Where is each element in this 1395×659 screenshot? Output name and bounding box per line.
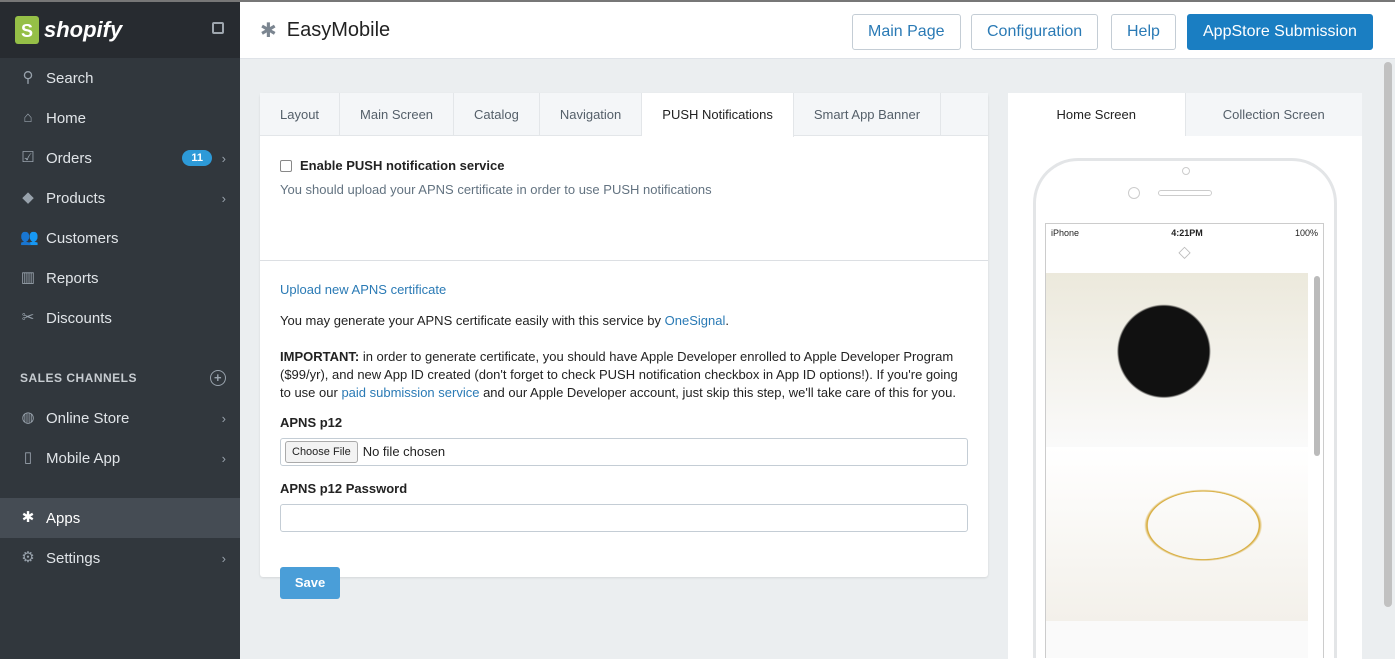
orders-badge: 11 <box>182 150 212 166</box>
tab-catalog[interactable]: Catalog <box>454 93 540 135</box>
external-link-icon[interactable] <box>212 22 224 34</box>
chevron-right-icon: › <box>221 190 226 206</box>
save-button[interactable]: Save <box>280 567 340 599</box>
sidebar-item-apps[interactable]: ✱ Apps <box>0 498 240 538</box>
label: Discounts <box>46 309 112 327</box>
gear-icon: ⚙ <box>21 549 35 566</box>
sidebar-item-products[interactable]: ◆ Products › <box>0 178 240 218</box>
carrier: iPhone <box>1051 228 1080 238</box>
phone-camera <box>1182 167 1190 175</box>
preview-scrollbar[interactable] <box>1314 276 1320 456</box>
label: Customers <box>46 229 119 247</box>
file-status: No file chosen <box>362 444 446 459</box>
p12-label: APNS p12 <box>280 415 343 430</box>
tab-push-notifications[interactable]: PUSH Notifications <box>642 93 794 137</box>
configuration-button[interactable]: Configuration <box>971 14 1099 50</box>
top-bar: ✱ EasyMobile Main Page Configuration Hel… <box>240 0 1395 59</box>
checkbox[interactable] <box>280 159 292 172</box>
chevron-right-icon: › <box>221 450 226 466</box>
home-icon: ⌂ <box>23 109 33 126</box>
discounts-icon: ✂ <box>21 309 35 326</box>
tab-layout[interactable]: Layout <box>260 93 341 135</box>
preview-panel: Home Screen Collection Screen iPhone 4:21… <box>1008 93 1362 659</box>
enable-hint: You should upload your APNS certificate … <box>280 182 712 197</box>
label: Enable PUSH notification service <box>300 158 505 173</box>
phone-speaker <box>1158 190 1212 196</box>
appstore-submission-button[interactable]: AppStore Submission <box>1187 14 1373 50</box>
label: SALES CHANNELS <box>20 371 138 385</box>
important-label: IMPORTANT: <box>280 349 360 364</box>
password-label: APNS p12 Password <box>280 481 408 496</box>
paid-submission-link[interactable]: paid submission service <box>341 385 479 400</box>
tab-smart-app-banner[interactable]: Smart App Banner <box>794 93 942 135</box>
puzzle-icon: ✱ <box>260 19 277 42</box>
tab-collection-screen[interactable]: Collection Screen <box>1185 93 1362 136</box>
sales-channels-header: SALES CHANNELS + <box>0 358 240 398</box>
p12-file-input[interactable]: Choose File No file chosen <box>280 438 968 466</box>
sidebar-item-search[interactable]: ⚲ Search <box>0 58 240 98</box>
label: Settings <box>46 549 101 567</box>
time: 4:21PM <box>1171 228 1203 238</box>
sidebar-item-orders[interactable]: ☑ Orders 11 › <box>0 138 240 178</box>
phone-sensor <box>1128 187 1140 199</box>
page-scrollbar[interactable] <box>1384 62 1392 607</box>
logo-bar: S shopify <box>0 2 240 58</box>
product-image <box>1046 447 1308 621</box>
page-title: EasyMobile <box>286 18 391 41</box>
sidebar-item-online-store[interactable]: ◍ Online Store › <box>0 398 240 438</box>
sidebar: S shopify ⚲ Search ⌂ Home ☑ Orders 11 › ◆ Prod… <box>0 0 240 659</box>
password-input[interactable] <box>280 504 968 532</box>
chevron-right-icon: › <box>221 150 226 166</box>
status-bar: iPhone 4:21PM 100% <box>1046 224 1323 242</box>
puzzle-icon: ✱ <box>21 509 35 526</box>
label: Apps <box>46 509 81 527</box>
help-button[interactable]: Help <box>1111 14 1176 50</box>
label: Mobile App <box>46 449 121 467</box>
sidebar-item-customers[interactable]: 👥 Customers <box>0 218 240 258</box>
brand-name: shopify <box>44 17 123 42</box>
label: Products <box>46 189 106 207</box>
sidebar-item-mobile-app[interactable]: ▯ Mobile App › <box>0 438 240 478</box>
tag-icon: ◆ <box>22 189 34 206</box>
orders-icon: ☑ <box>21 149 35 166</box>
sidebar-item-discounts[interactable]: ✂ Discounts <box>0 298 240 338</box>
shopify-logo-icon: S <box>15 16 39 44</box>
label: Home <box>46 109 87 127</box>
text: You may generate your APNS certificate e… <box>280 313 665 328</box>
tab-home-screen[interactable]: Home Screen <box>1008 93 1186 136</box>
product-image <box>1046 621 1308 658</box>
tab-navigation[interactable]: Navigation <box>540 93 643 135</box>
label: Search <box>46 69 94 87</box>
sidebar-item-home[interactable]: ⌂ Home <box>0 98 240 138</box>
important-note: IMPORTANT: in order to generate certific… <box>280 348 968 402</box>
sidebar-item-reports[interactable]: ▥ Reports <box>0 258 240 298</box>
sidebar-item-settings[interactable]: ⚙ Settings › <box>0 538 240 578</box>
choose-file-button[interactable]: Choose File <box>285 441 358 463</box>
customers-icon: 👥 <box>20 229 39 246</box>
chevron-right-icon: › <box>221 410 226 426</box>
diamond-logo-icon: ◇ <box>1178 244 1191 261</box>
reports-icon: ▥ <box>20 269 36 286</box>
add-channel-icon[interactable]: + <box>210 370 226 386</box>
settings-tabs: Layout Main Screen Catalog Navigation PU… <box>260 93 988 137</box>
globe-icon: ◍ <box>21 409 35 426</box>
label: Orders <box>46 149 92 167</box>
main-page-button[interactable]: Main Page <box>852 14 961 50</box>
search-icon: ⚲ <box>22 69 34 86</box>
upload-certificate-link[interactable]: Upload new APNS certificate <box>280 282 446 297</box>
onesignal-link[interactable]: OneSignal <box>665 313 726 328</box>
text: and our Apple Developer account, just sk… <box>479 385 956 400</box>
phone-screen: iPhone 4:21PM 100% ◇ <box>1045 223 1324 658</box>
product-image <box>1046 273 1308 447</box>
label: Reports <box>46 269 99 287</box>
label: Online Store <box>46 409 130 427</box>
push-settings-panel: Layout Main Screen Catalog Navigation PU… <box>260 93 988 599</box>
chevron-right-icon: › <box>221 550 226 566</box>
battery: 100% <box>1294 228 1318 238</box>
tab-main-screen[interactable]: Main Screen <box>340 93 455 135</box>
mobile-icon: ▯ <box>23 449 33 466</box>
generate-text: You may generate your APNS certificate e… <box>280 313 729 328</box>
enable-push-checkbox[interactable]: Enable PUSH notification service <box>280 158 968 173</box>
